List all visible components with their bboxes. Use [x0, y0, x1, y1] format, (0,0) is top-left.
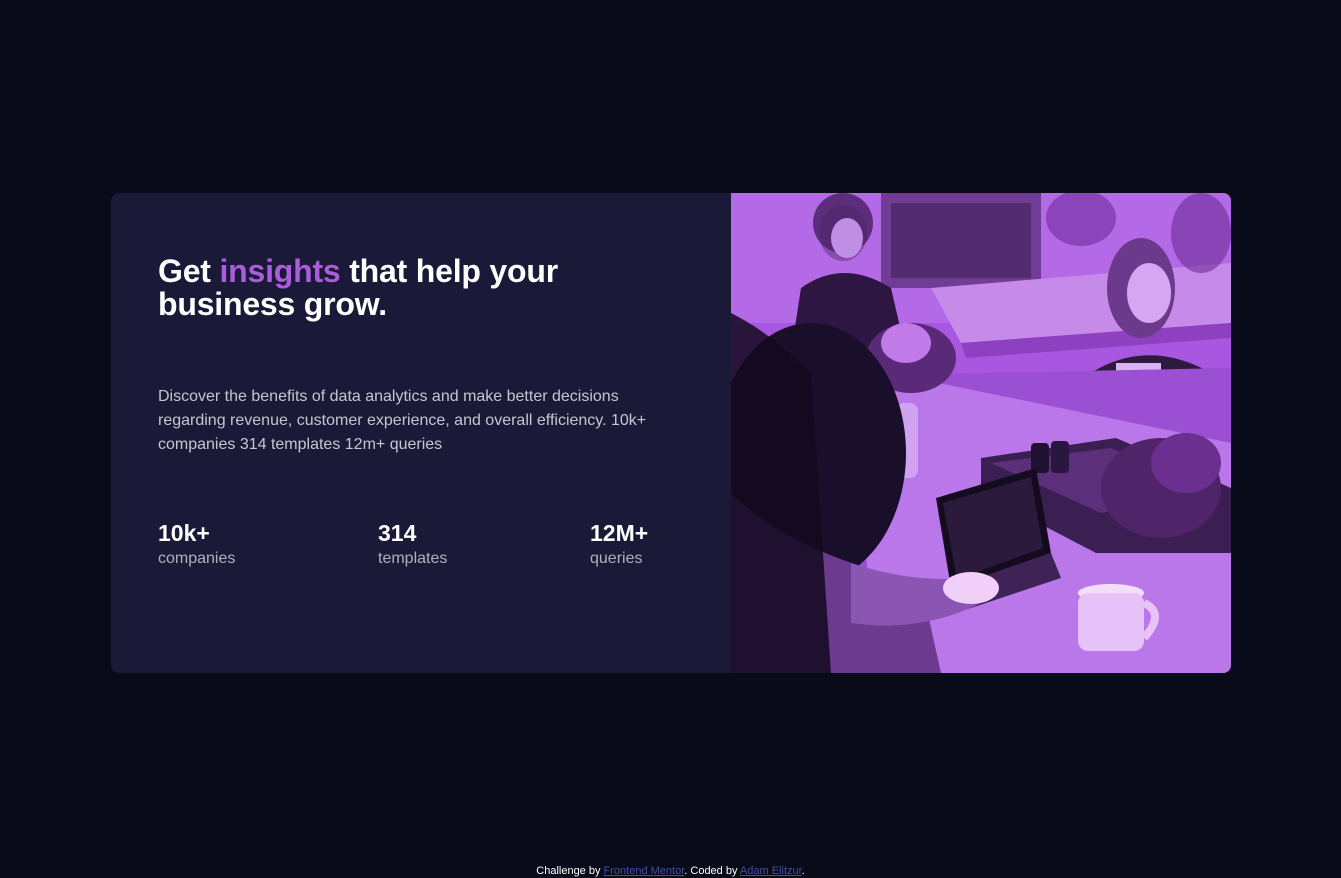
- stat-queries: 12M+ queries: [590, 519, 648, 569]
- attribution: Challenge by Frontend Mentor. Coded by A…: [0, 864, 1341, 878]
- stat-templates: 314 templates: [378, 519, 447, 569]
- stat-label: companies: [158, 550, 236, 567]
- card-content: Get insights that help your business gro…: [111, 193, 731, 673]
- attribution-suffix: .: [801, 865, 805, 877]
- headline-highlight: insights: [219, 253, 341, 289]
- stat-label: queries: [590, 550, 643, 567]
- stat-label: templates: [378, 550, 448, 567]
- attribution-middle: . Coded by: [684, 865, 740, 877]
- stat-value: 10k+: [158, 520, 210, 546]
- author-link[interactable]: Adam Elitzur: [740, 865, 802, 877]
- stat-companies: 10k+ companies: [158, 519, 235, 569]
- headline: Get insights that help your business gro…: [158, 255, 678, 321]
- frontend-mentor-link[interactable]: Frontend Mentor: [604, 865, 685, 877]
- headline-text-start: Get: [158, 253, 220, 289]
- stat-value: 12M+: [590, 520, 649, 546]
- office-photo-illustration: [731, 193, 1231, 673]
- stat-value: 314: [378, 520, 417, 546]
- attribution-prefix: Challenge by: [536, 865, 604, 877]
- header-image: [731, 193, 1231, 673]
- description: Discover the benefits of data analytics …: [158, 388, 647, 453]
- stats-preview-card: Get insights that help your business gro…: [111, 193, 1231, 673]
